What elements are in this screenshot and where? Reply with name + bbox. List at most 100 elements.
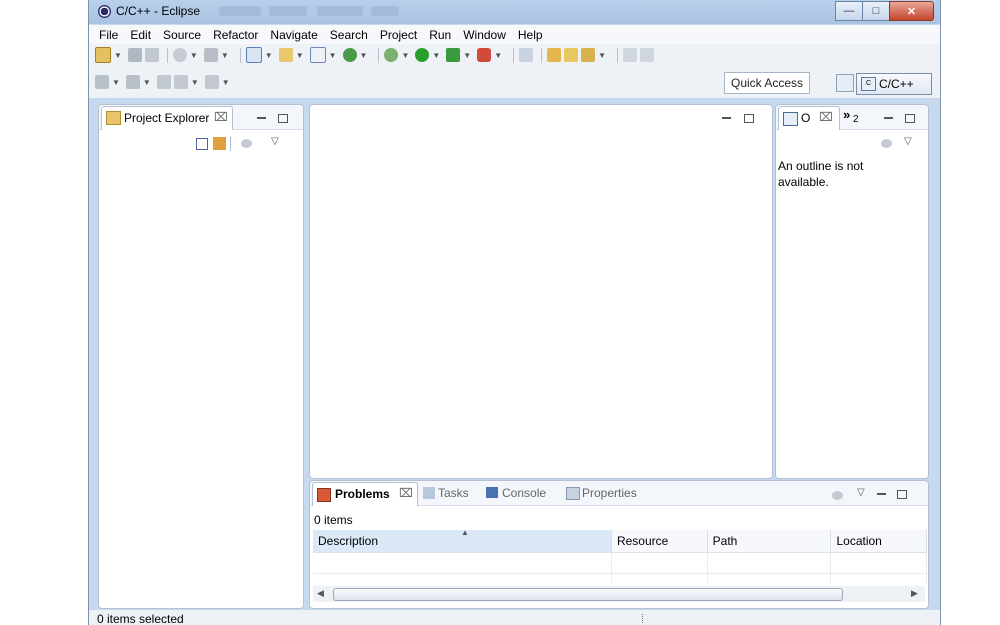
link-editor-icon[interactable] <box>213 137 226 150</box>
scrollbar-thumb[interactable] <box>333 588 843 601</box>
outline-filter-icon[interactable] <box>881 139 892 148</box>
properties-tab[interactable]: Properties <box>582 486 637 500</box>
new-cpp-project-dropdown-icon[interactable]: ▼ <box>265 51 273 60</box>
menu-source[interactable]: Source <box>157 28 207 42</box>
new-cpp-project-icon[interactable] <box>245 47 262 63</box>
horizontal-scrollbar[interactable]: ◀ ▶ <box>313 586 925 602</box>
column-header-description[interactable]: Description ▲ <box>313 528 612 552</box>
pencil-icon[interactable] <box>581 48 596 62</box>
external-tools-icon[interactable] <box>477 48 492 62</box>
back-icon[interactable] <box>173 75 188 89</box>
editor-maximize-icon[interactable] <box>744 114 754 123</box>
menu-search[interactable]: Search <box>324 28 374 42</box>
column-header-location[interactable]: Location <box>830 530 927 552</box>
column-header-resource[interactable]: Resource <box>611 530 708 552</box>
menu-project[interactable]: Project <box>374 28 423 42</box>
console-tab[interactable]: Console <box>502 486 546 500</box>
menu-help[interactable]: Help <box>512 28 549 42</box>
outline-tab[interactable]: O ⌧ <box>778 106 840 130</box>
minimize-button[interactable]: — <box>835 1 863 21</box>
open-type-icon[interactable] <box>547 48 562 62</box>
external-tools-dropdown-icon[interactable]: ▼ <box>494 51 502 60</box>
new-file-dropdown-icon[interactable]: ▼ <box>360 51 368 60</box>
problems-tab[interactable]: Problems ⌧ <box>312 482 418 506</box>
new-folder-icon[interactable] <box>278 48 293 62</box>
coverage-icon[interactable] <box>446 48 461 62</box>
problems-tab-label: Problems <box>335 487 390 501</box>
tasks-tab[interactable]: Tasks <box>438 486 469 500</box>
outline-minimize-icon[interactable] <box>884 117 893 119</box>
new-dropdown-icon[interactable]: ▼ <box>114 51 122 60</box>
column-header-path[interactable]: Path <box>707 530 832 552</box>
forward-icon[interactable] <box>204 75 219 89</box>
scroll-right-icon[interactable]: ▶ <box>911 588 918 599</box>
menu-file[interactable]: File <box>93 28 124 42</box>
run-dropdown-icon[interactable]: ▼ <box>432 51 440 60</box>
toolbar-separator <box>166 47 168 63</box>
toolbar-separator <box>541 47 543 63</box>
next-annotation-dropdown-icon[interactable]: ▼ <box>112 78 120 87</box>
table-cell <box>611 573 708 583</box>
problems-maximize-icon[interactable] <box>897 490 907 499</box>
project-explorer-tab[interactable]: Project Explorer ⌧ <box>101 106 233 130</box>
forward-dropdown-icon[interactable]: ▼ <box>222 78 230 87</box>
last-edit-icon[interactable] <box>156 75 171 89</box>
quick-access-field[interactable]: Quick Access <box>724 72 810 94</box>
pencil-dropdown-icon[interactable]: ▼ <box>598 51 606 60</box>
menu-refactor[interactable]: Refactor <box>207 28 264 42</box>
new-class-dropdown-icon[interactable]: ▼ <box>329 51 337 60</box>
save-icon[interactable] <box>127 48 142 62</box>
open-perspective-icon[interactable] <box>836 74 854 92</box>
problems-filter-icon[interactable] <box>832 491 843 500</box>
scroll-left-icon[interactable]: ◀ <box>317 588 324 599</box>
menu-run[interactable]: Run <box>423 28 457 42</box>
view-menu-icon[interactable]: ▽ <box>271 136 279 147</box>
menu-window[interactable]: Window <box>457 28 512 42</box>
new-file-icon[interactable] <box>342 48 357 62</box>
debug-icon[interactable] <box>384 48 399 62</box>
outline-view-menu-icon[interactable]: ▽ <box>904 136 912 147</box>
toolbar-separator <box>513 47 515 63</box>
open-element-icon[interactable] <box>564 48 579 62</box>
problems-view-menu-icon[interactable]: ▽ <box>857 487 865 498</box>
maximize-button[interactable]: □ <box>862 1 890 21</box>
build-dropdown-icon[interactable]: ▼ <box>221 51 229 60</box>
collapse-all-icon[interactable] <box>196 138 208 150</box>
settings-dropdown-icon[interactable]: ▼ <box>190 51 198 60</box>
build-icon[interactable] <box>203 48 218 62</box>
debug-dropdown-icon[interactable]: ▼ <box>401 51 409 60</box>
problems-count: 0 items <box>314 513 353 527</box>
view-overflow-chevron-icon[interactable]: » <box>843 107 850 122</box>
coverage-dropdown-icon[interactable]: ▼ <box>463 51 471 60</box>
run-icon[interactable] <box>415 48 430 62</box>
outline-close-icon[interactable]: ⌧ <box>819 110 833 124</box>
save-all-icon[interactable] <box>144 48 159 62</box>
maximize-icon[interactable] <box>278 114 288 123</box>
outline-maximize-icon[interactable] <box>905 114 915 123</box>
table-cell <box>707 573 832 583</box>
previous-annotation-icon[interactable] <box>125 75 140 89</box>
close-icon[interactable]: ⌧ <box>214 110 228 124</box>
editor-area[interactable] <box>309 104 773 479</box>
previous-annotation-dropdown-icon[interactable]: ▼ <box>143 78 151 87</box>
back-dropdown-icon[interactable]: ▼ <box>191 78 199 87</box>
filter-icon[interactable] <box>241 139 252 148</box>
perspective-c-cpp-button[interactable]: C C/C++ <box>856 73 932 95</box>
title-bar: C/C++ - Eclipse — □ ✕ <box>89 0 940 24</box>
menu-edit[interactable]: Edit <box>124 28 157 42</box>
new-icon[interactable] <box>95 47 111 63</box>
new-folder-dropdown-icon[interactable]: ▼ <box>296 51 304 60</box>
editor-minimize-icon[interactable] <box>722 117 731 119</box>
settings-icon[interactable] <box>172 48 187 62</box>
search-icon[interactable] <box>519 48 534 62</box>
problems-close-icon[interactable]: ⌧ <box>399 486 413 500</box>
show-whitespace-icon[interactable] <box>640 48 655 62</box>
problems-minimize-icon[interactable] <box>877 493 886 495</box>
menu-navigate[interactable]: Navigate <box>264 28 323 42</box>
toggle-mark-icon[interactable] <box>623 48 638 62</box>
minimize-icon[interactable] <box>257 117 266 119</box>
table-cell <box>313 552 612 573</box>
next-annotation-icon[interactable] <box>95 75 109 89</box>
new-class-icon[interactable] <box>309 47 326 63</box>
close-button[interactable]: ✕ <box>889 1 934 21</box>
